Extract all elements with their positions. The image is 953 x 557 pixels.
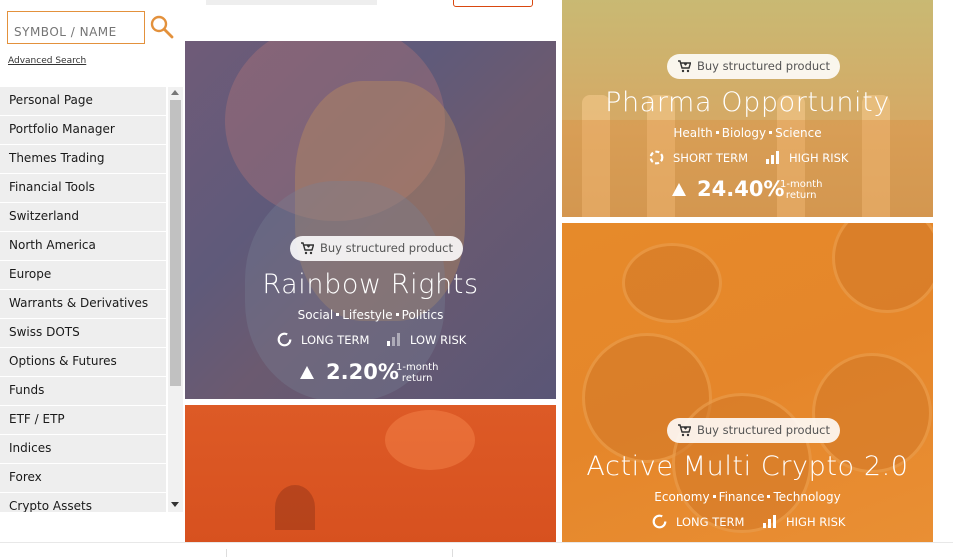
nav-menu: Personal Page Portfolio Manager Themes T… [0,87,166,512]
return-label-line: return [785,190,817,201]
tag: Finance [718,490,765,504]
buy-label: Buy structured product [697,59,831,73]
risk-label: HIGH RISK [789,151,849,165]
nav-item-europe[interactable]: Europe [0,261,166,290]
card-image-layer [275,485,315,530]
return-value: 24.40% [697,177,785,201]
theme-card-partial[interactable] [185,405,556,543]
return-label: 1-month return [780,179,822,201]
tag-separator [767,495,771,498]
buy-label: Buy structured product [320,241,454,255]
scroll-up-arrow-icon[interactable] [171,90,179,95]
tag: Technology [773,490,841,504]
symbol-search-input[interactable] [7,11,145,44]
tag: Health [673,126,713,140]
tag: Science [775,126,822,140]
nav-item-switzerland[interactable]: Switzerland [0,203,166,232]
card-title: Active Multi Crypto 2.0 [586,451,909,482]
advanced-search-link[interactable]: Advanced Search [8,56,86,66]
sidebar: Advanced Search Personal Page Portfolio … [0,0,185,557]
nav-item-indices[interactable]: Indices [0,435,166,464]
tag-separator [712,495,716,498]
cart-icon [301,242,314,255]
term-ring-icon [277,332,292,347]
risk-label: HIGH RISK [786,515,846,529]
nav-item-portfolio-manager[interactable]: Portfolio Manager [0,116,166,145]
nav-item-financial-tools[interactable]: Financial Tools [0,174,166,203]
footer-divider [226,549,227,557]
bottom-divider [0,542,953,543]
top-input-edge[interactable] [206,0,377,5]
scroll-down-arrow-icon[interactable] [171,502,179,507]
cart-icon [678,424,691,437]
nav-item-swiss-dots[interactable]: Swiss DOTS [0,319,166,348]
scroll-thumb[interactable] [170,100,181,386]
tag: Social [297,308,334,322]
tag: Politics [401,308,444,322]
buy-label: Buy structured product [697,423,831,437]
term-label: LONG TERM [676,515,745,529]
term-ring-icon [652,514,667,529]
tag: Economy [654,490,710,504]
nav-item-themes-trading[interactable]: Themes Trading [0,145,166,174]
return-label-line: 1-month [780,179,823,190]
nav-item-options-futures[interactable]: Options & Futures [0,348,166,377]
card-tags: Economy Finance Technology [562,490,933,504]
top-strip [185,0,556,38]
risk-label: LOW RISK [410,333,467,347]
risk-bars-icon [763,515,776,528]
nav-item-etf-etp[interactable]: ETF / ETP [0,406,166,435]
term-label: SHORT TERM [673,151,749,165]
return-label-line: return [401,373,433,384]
nav-item-warrants-derivatives[interactable]: Warrants & Derivatives [0,290,166,319]
card-tags: Social Lifestyle Politics [185,308,556,322]
card-title: Pharma Opportunity [605,87,890,118]
card-image-layer [622,243,722,323]
nav-scrollbar[interactable] [168,87,183,512]
footer-divider [452,549,453,557]
return-up-arrow-icon [300,366,314,379]
cart-icon [678,60,691,73]
nav-item-funds[interactable]: Funds [0,377,166,406]
buy-structured-product-button[interactable]: Buy structured product [290,236,464,261]
tag-separator [769,131,773,134]
card-image [385,410,475,470]
term-ring-icon [649,150,664,165]
buy-structured-product-button[interactable]: Buy structured product [667,54,841,79]
risk-bars-icon [387,333,400,346]
tag-separator [336,313,340,316]
tag: Biology [721,126,767,140]
tag-separator [395,313,399,316]
top-button-edge[interactable] [453,0,533,7]
nav-item-north-america[interactable]: North America [0,232,166,261]
tag: Lifestyle [342,308,393,322]
theme-card-pharma-opportunity[interactable]: Buy structured product Pharma Opportunit… [562,0,933,217]
buy-structured-product-button[interactable]: Buy structured product [667,418,841,443]
search-icon[interactable] [150,14,174,40]
card-title: Rainbow Rights [262,269,479,300]
nav-item-crypto-assets[interactable]: Crypto Assets [0,493,166,512]
theme-card-rainbow-rights[interactable]: Buy structured product Rainbow Rights So… [185,41,556,399]
card-image-layer [832,223,933,313]
nav-item-personal-page[interactable]: Personal Page [0,87,166,116]
return-label-line: 1-month [396,362,439,373]
term-label: LONG TERM [301,333,370,347]
return-label: 1-month return [396,362,438,384]
return-value: 2.20% [326,360,399,384]
card-tags: Health Biology Science [562,126,933,140]
nav-item-forex[interactable]: Forex [0,464,166,493]
tag-separator [715,131,719,134]
risk-bars-icon [766,151,779,164]
theme-card-active-multi-crypto[interactable]: Buy structured product Active Multi Cryp… [562,223,933,543]
return-up-arrow-icon [672,183,686,196]
